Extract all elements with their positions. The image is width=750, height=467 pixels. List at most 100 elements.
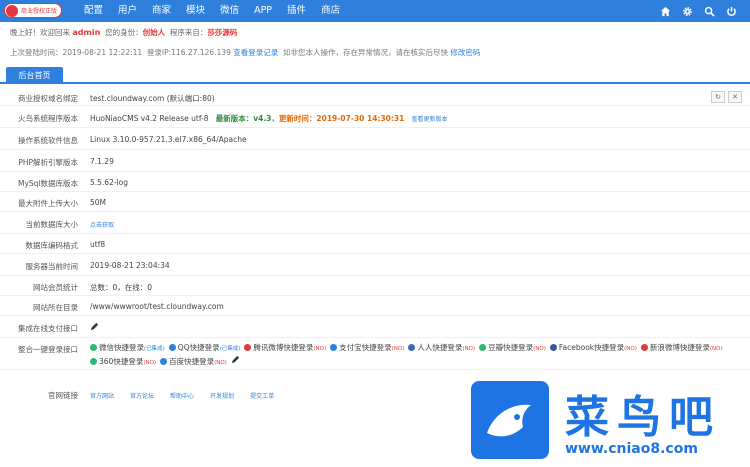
official-link-ticket[interactable]: 提交工单 (250, 391, 274, 400)
close-icon[interactable]: ✕ (728, 91, 742, 103)
nav-item-users[interactable]: 用户 (118, 0, 137, 22)
tab-dashboard[interactable]: 后台首页 (6, 67, 63, 84)
table-row: 服务器当前时间 2019-08-21 23:04:34 (0, 254, 750, 276)
last-login-time: 2019-08-21 12:22:11 (62, 48, 143, 57)
pay-edit-icon[interactable] (90, 322, 99, 333)
os-value: Linux 3.10.0-957.21.3.el7.x86_64/Apache (90, 135, 247, 144)
table-row: 当前数据库大小 点击获取 (0, 212, 750, 234)
login-integration-item[interactable]: Facebook快捷登录(NO) (549, 342, 637, 355)
table-row: 操作系统软件信息 Linux 3.10.0-957.21.3.el7.x86_6… (0, 128, 750, 150)
login-provider-status: (NO) (143, 360, 157, 366)
latest-version: v4.3 (253, 114, 272, 123)
charset-label: 数据库编码格式 (25, 241, 79, 250)
official-link-roadmap[interactable]: 开发规划 (210, 391, 234, 400)
login-integration-item[interactable]: 人人快捷登录(NO) (408, 342, 475, 355)
nav-item-merchants[interactable]: 商家 (152, 0, 171, 22)
login-provider-status: (NO) (214, 360, 227, 366)
nav-item-wechat[interactable]: 微信 (220, 0, 239, 22)
home-icon[interactable] (654, 0, 676, 22)
login-integration-item[interactable]: 新浪微博快捷登录(NO) (640, 342, 723, 355)
official-label: 官网链接 (48, 391, 78, 400)
nav-item-app[interactable]: APP (254, 0, 272, 22)
nav-item-modules[interactable]: 模块 (186, 0, 205, 22)
login-provider-status: (NO) (709, 346, 723, 352)
table-row: 网站会员统计 总数：0，在线：0 (0, 276, 750, 296)
view-update-link[interactable]: 查看更新版本 (411, 116, 447, 123)
login-integration-item[interactable]: 豆瓣快捷登录(NO) (479, 342, 546, 355)
bird-logo-icon (471, 381, 549, 459)
login-provider-icon (479, 344, 487, 351)
login-ip: 登录IP:116.27.126.139 (146, 48, 231, 57)
login-integration-item[interactable]: 腾讯微博快捷登录(NO) (244, 342, 326, 355)
login-provider-status: (NO) (462, 346, 476, 352)
login-integrations: 微信快捷登录(已集成) QQ快捷登录(已集成) 腾讯微博快捷登录(NO) 支付宝快捷登… (90, 342, 750, 369)
login-provider-icon (244, 344, 252, 351)
login-provider-icon (168, 344, 176, 351)
login-integration-item[interactable]: 微信快捷登录(已集成) (90, 342, 165, 355)
login-integration-item[interactable]: QQ快捷登录(已集成) (168, 342, 241, 355)
username: admin (72, 28, 101, 37)
login-integration-item[interactable]: 360快捷登录(NO) (90, 356, 156, 369)
update-time-label: 更新时间： (278, 114, 317, 123)
welcome-prefix: 晚上好！欢迎回来 (10, 28, 70, 37)
dbsize-label: 当前数据库大小 (25, 220, 79, 229)
login-provider-icon (160, 358, 168, 365)
version-value: HuoNiaoCMS v4.2 Release utf-8 最新版本：v4.3，… (90, 114, 448, 123)
logo[interactable]: 商业授权正版 (4, 3, 62, 18)
php-value: 7.1.29 (90, 157, 114, 166)
watermark-url: www.cniao8.com (565, 441, 698, 457)
login-integration-item[interactable]: 支付宝快捷登录(NO) (330, 342, 404, 355)
row-actions: ↻ ✕ (708, 91, 742, 103)
server-time-label: 服务器当前时间 (25, 262, 79, 271)
last-login-label: 上次登陆时间： (10, 48, 63, 57)
version-text: HuoNiaoCMS v4.2 Release utf-8 (90, 114, 209, 123)
official-links: 官方网站 官方论坛 帮助中心 开发规划 提交工单 (90, 391, 290, 400)
login-record-link[interactable]: 查看登录记录 (233, 48, 278, 57)
role-label: 您的身份： (105, 28, 143, 37)
mysql-label: MySql数据库版本 (17, 179, 78, 188)
change-password-link[interactable]: 修改密码 (450, 48, 480, 57)
dir-label: 网站所在目录 (33, 303, 78, 312)
latest-version-label: 最新版本： (215, 114, 254, 123)
watermark: 菜鸟吧 www.cniao8.com (465, 375, 750, 467)
official-link-help[interactable]: 帮助中心 (170, 391, 194, 400)
login-provider-icon (640, 344, 648, 351)
last-login-line: 上次登陆时间：2019-08-21 12:22:11 登录IP:116.27.1… (10, 47, 480, 58)
members-value: 总数：0，在线：0 (90, 283, 153, 292)
table-row: 整合一键登录接口 微信快捷登录(已集成) QQ快捷登录(已集成) 腾讯微博快捷登录(… (0, 338, 750, 370)
official-link-forum[interactable]: 官方论坛 (130, 391, 154, 400)
power-icon[interactable] (720, 0, 742, 22)
login-provider-name: 新浪微博快捷登录 (649, 343, 710, 352)
upload-value: 50M (90, 198, 107, 207)
os-label: 操作系统软件信息 (18, 136, 78, 145)
server-time-value: 2019-08-21 23:04:34 (90, 261, 170, 270)
table-row: 商业授权域名绑定 test.cloundway.com (默认端口:80) ↻ … (0, 88, 750, 106)
main-nav: 配置 用户 商家 模块 微信 APP 插件 商店 (84, 0, 355, 22)
login-provider-name: 豆瓣快捷登录 (488, 343, 534, 352)
dbsize-fetch-link[interactable]: 点击获取 (90, 220, 114, 229)
login-provider-name: 腾讯微博快捷登录 (253, 343, 314, 352)
login-edit-icon[interactable] (231, 355, 240, 367)
nav-item-store[interactable]: 商店 (321, 0, 340, 22)
security-notice: 如非您本人操作，存在异常情况，请在核实后尽快 (283, 48, 449, 57)
domain-value: test.cloundway.com (默认端口:80) (90, 94, 215, 103)
nav-item-config[interactable]: 配置 (84, 0, 103, 22)
toolbar-icons (654, 0, 742, 22)
role-value: 创始人 (142, 28, 166, 37)
search-icon[interactable] (698, 0, 720, 22)
login-provider-status: (已集成) (219, 346, 241, 352)
top-navbar: 商业授权正版 配置 用户 商家 模块 微信 APP 插件 商店 (0, 0, 750, 22)
table-row: 数据库编码格式 utf8 (0, 234, 750, 254)
login-provider-icon (90, 358, 97, 365)
source-label: 程序来自： (169, 28, 208, 37)
table-row: 集成在线支付接口 (0, 316, 750, 338)
nav-item-plugins[interactable]: 插件 (287, 0, 306, 22)
refresh-icon[interactable]: ↻ (711, 91, 725, 103)
gear-icon[interactable] (676, 0, 698, 22)
login-provider-name: 百度快捷登录 (169, 357, 215, 366)
login-provider-name: 360快捷登录 (99, 357, 144, 366)
login-provider-status: (NO) (313, 346, 327, 352)
official-link-website[interactable]: 官方网站 (90, 391, 114, 400)
mysql-value: 5.5.62-log (90, 178, 128, 187)
login-integration-item[interactable]: 百度快捷登录(NO) (160, 356, 227, 369)
